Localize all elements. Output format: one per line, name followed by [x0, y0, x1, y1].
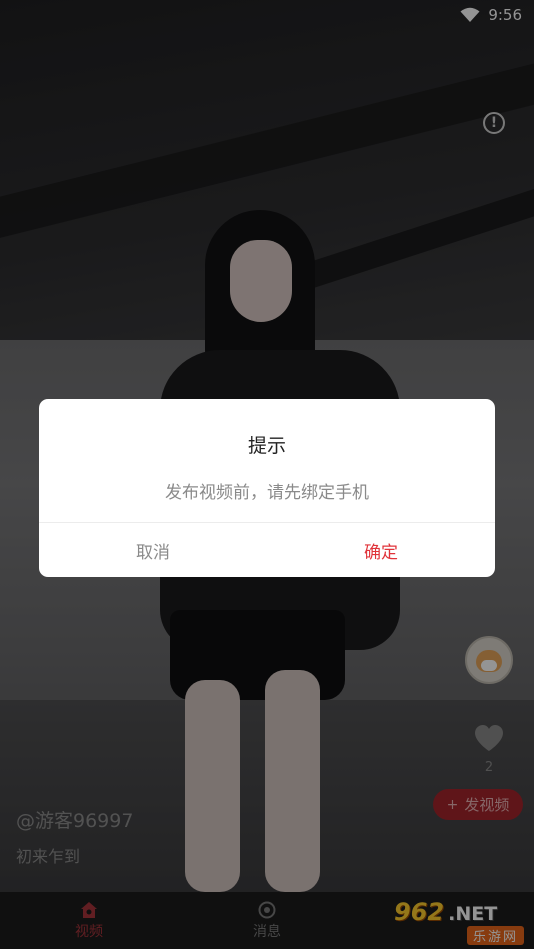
dialog-title: 提示 — [247, 435, 286, 457]
confirm-button[interactable]: 确定 — [267, 523, 495, 577]
video-screen: 9:56 ! 2 + 发视频 @游客96997 初来乍到 视频 消息 962 .… — [0, 0, 534, 949]
bind-phone-dialog: 提示 发布视频前，请先绑定手机 取消 确定 — [39, 399, 495, 577]
dialog-actions: 取消 确定 — [39, 523, 495, 577]
cancel-button[interactable]: 取消 — [39, 523, 267, 577]
dialog-message: 发布视频前，请先绑定手机 — [165, 483, 369, 503]
